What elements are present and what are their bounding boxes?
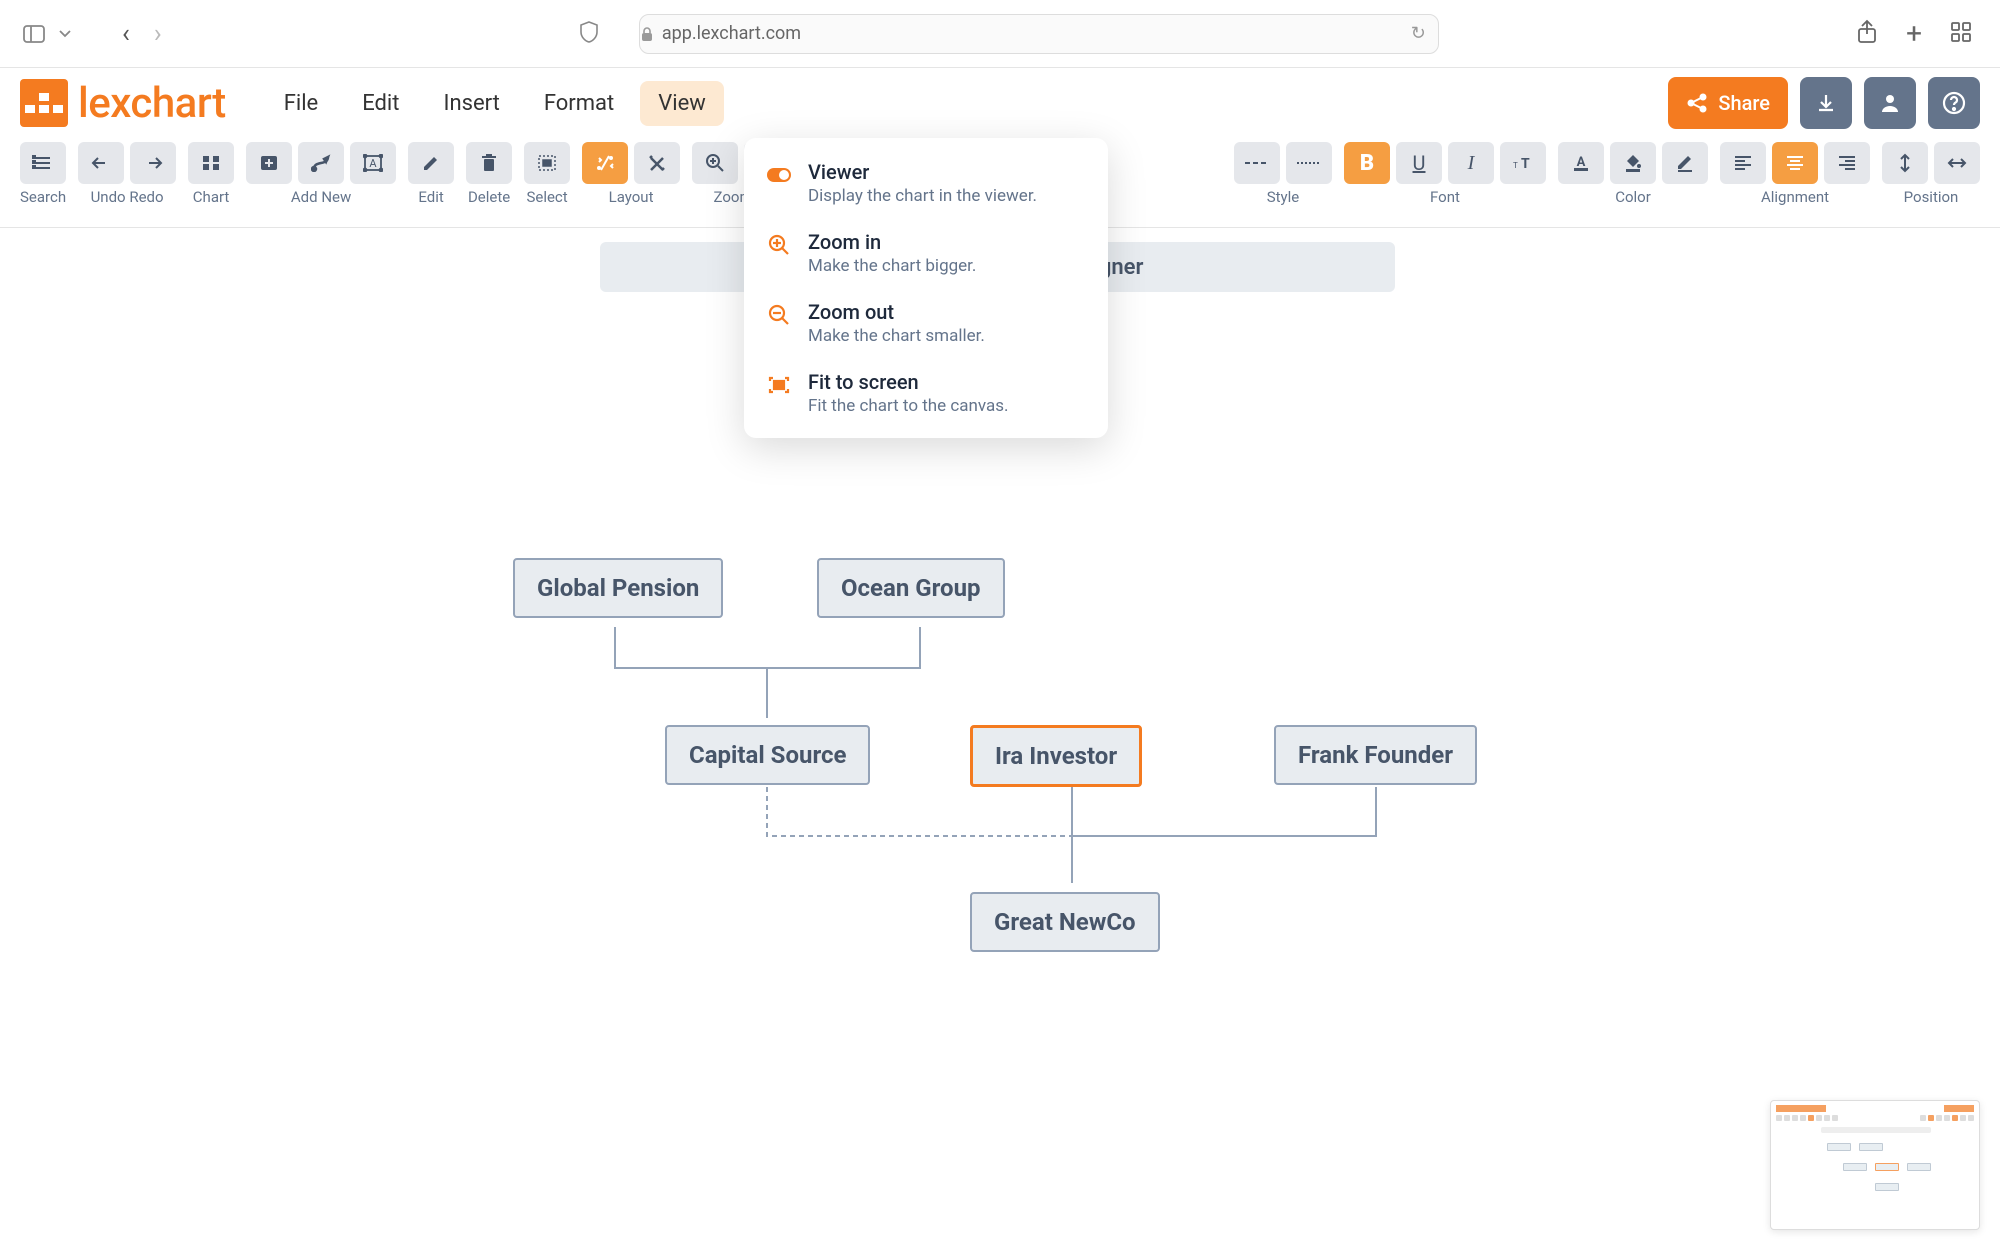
layout-auto-tool[interactable] — [582, 142, 628, 184]
fill-color-tool[interactable] — [1610, 142, 1656, 184]
svg-text:T: T — [1513, 161, 1518, 170]
chart-tool[interactable] — [188, 142, 234, 184]
logo-text: lexchart — [78, 79, 226, 128]
menu-view[interactable]: View — [640, 81, 724, 126]
color-label: Color — [1615, 188, 1651, 206]
toggle-icon — [766, 162, 792, 188]
font-label: Font — [1430, 188, 1460, 206]
border-color-tool[interactable] — [1662, 142, 1708, 184]
svg-text:T: T — [1521, 156, 1530, 172]
dropdown-viewer[interactable]: Viewer Display the chart in the viewer. — [744, 148, 1108, 218]
add-box-tool[interactable] — [246, 142, 292, 184]
italic-tool[interactable]: I — [1448, 142, 1494, 184]
layout-label: Layout — [609, 188, 654, 206]
menu-insert[interactable]: Insert — [425, 81, 517, 126]
help-button[interactable] — [1928, 77, 1980, 129]
forward-button: › — [154, 19, 162, 49]
share-label: Share — [1718, 91, 1770, 115]
node-capital-source[interactable]: Capital Source — [665, 725, 870, 785]
select-tool[interactable] — [524, 142, 570, 184]
node-great-newco[interactable]: Great NewCo — [970, 892, 1160, 952]
position-label: Position — [1904, 188, 1959, 206]
align-left-tool[interactable] — [1720, 142, 1766, 184]
align-right-tool[interactable] — [1824, 142, 1870, 184]
menu-format[interactable]: Format — [526, 81, 632, 126]
account-button[interactable] — [1864, 77, 1916, 129]
text-color-tool[interactable]: A — [1558, 142, 1604, 184]
node-frank-founder[interactable]: Frank Founder — [1274, 725, 1477, 785]
undo-tool[interactable] — [78, 142, 124, 184]
add-text-tool[interactable]: A — [350, 142, 396, 184]
dropdown-zoom-in[interactable]: Zoom in Make the chart bigger. — [744, 218, 1108, 288]
chevron-down-icon[interactable] — [56, 20, 74, 48]
style-dashed-tool[interactable] — [1234, 142, 1280, 184]
tabs-overview-icon[interactable] — [1950, 21, 1972, 47]
node-global-pension[interactable]: Global Pension — [513, 558, 723, 618]
delete-label: Delete — [468, 188, 510, 206]
search-tool[interactable] — [20, 142, 66, 184]
zoom-in-tool[interactable] — [692, 142, 738, 184]
new-tab-icon[interactable]: + — [1906, 17, 1922, 50]
bold-tool[interactable]: B — [1344, 142, 1390, 184]
share-icon[interactable] — [1856, 19, 1878, 49]
underline-tool[interactable]: U — [1396, 142, 1442, 184]
style-dotted-tool[interactable] — [1286, 142, 1332, 184]
refresh-icon[interactable]: ↻ — [1411, 23, 1426, 44]
alignment-label: Alignment — [1761, 188, 1829, 206]
dropdown-fit-screen[interactable]: Fit to screen Fit the chart to the canva… — [744, 358, 1108, 428]
menu-file[interactable]: File — [266, 81, 337, 126]
back-button[interactable]: ‹ — [122, 19, 130, 49]
addnew-label: Add New — [291, 188, 351, 206]
search-label: Search — [20, 188, 66, 206]
select-label: Select — [526, 188, 567, 206]
delete-tool[interactable] — [466, 142, 512, 184]
dropdown-zoom-out[interactable]: Zoom out Make the chart smaller. — [744, 288, 1108, 358]
sidebar-toggle-icon[interactable] — [20, 20, 48, 48]
svg-text:A: A — [369, 157, 377, 170]
address-bar[interactable]: app.lexchart.com ↻ — [639, 14, 1439, 54]
font-size-tool[interactable]: TT — [1500, 142, 1546, 184]
logo[interactable]: lexchart — [20, 79, 226, 128]
position-v-tool[interactable] — [1882, 142, 1928, 184]
redo-tool[interactable] — [130, 142, 176, 184]
node-ira-investor[interactable]: Ira Investor — [970, 725, 1142, 787]
add-connector-tool[interactable] — [298, 142, 344, 184]
logo-mark-icon — [20, 79, 68, 127]
position-h-tool[interactable] — [1934, 142, 1980, 184]
privacy-shield-icon[interactable] — [579, 20, 599, 48]
layout-manual-tool[interactable] — [634, 142, 680, 184]
style-label: Style — [1267, 188, 1300, 206]
minimap[interactable] — [1770, 1100, 1980, 1230]
zoom-in-icon — [766, 232, 792, 258]
menubar: File Edit Insert Format View — [266, 81, 724, 126]
share-button[interactable]: Share — [1668, 77, 1788, 129]
download-button[interactable] — [1800, 77, 1852, 129]
align-center-tool[interactable] — [1772, 142, 1818, 184]
fit-screen-icon — [766, 372, 792, 398]
node-ocean-group[interactable]: Ocean Group — [817, 558, 1005, 618]
browser-toolbar: ‹ › app.lexchart.com ↻ + — [0, 0, 2000, 68]
chart-label: Chart — [193, 188, 230, 206]
menu-edit[interactable]: Edit — [344, 81, 417, 126]
edit-label: Edit — [418, 188, 443, 206]
edit-tool[interactable] — [408, 142, 454, 184]
zoom-out-icon — [766, 302, 792, 328]
svg-text:A: A — [1577, 155, 1586, 170]
app-header: lexchart File Edit Insert Format View Sh… — [0, 68, 2000, 138]
url-text: app.lexchart.com — [662, 23, 801, 44]
view-dropdown: Viewer Display the chart in the viewer. … — [744, 138, 1108, 438]
